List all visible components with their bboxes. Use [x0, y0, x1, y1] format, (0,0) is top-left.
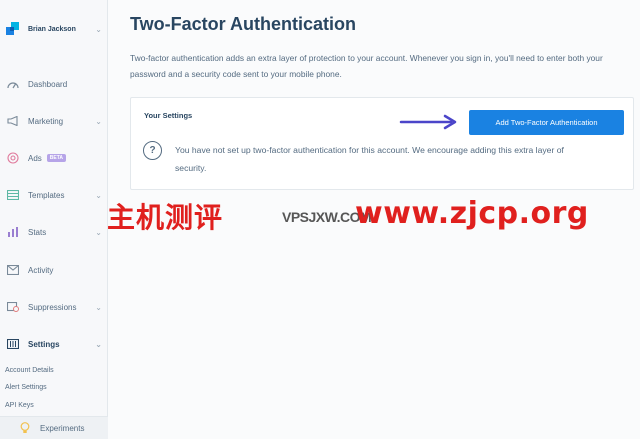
- sidebar-item-label: Dashboard: [28, 79, 68, 89]
- sidebar-item-dashboard[interactable]: Dashboard: [6, 75, 102, 93]
- watermark-url: www.zjcp.org: [355, 196, 589, 231]
- chevron-down-icon: ⌄: [95, 190, 102, 200]
- bar-chart-icon: [6, 226, 20, 238]
- sidebar-item-label: Ads: [28, 153, 42, 163]
- add-two-factor-button[interactable]: Add Two-Factor Authentication: [469, 110, 624, 135]
- subnav-alert-settings[interactable]: Alert Settings: [5, 384, 47, 391]
- envelope-icon: [6, 264, 20, 276]
- target-icon: [6, 152, 20, 164]
- sidebar-item-label: Templates: [28, 190, 65, 200]
- sidebar-item-suppressions[interactable]: Suppressions ⌄: [6, 298, 102, 316]
- sidebar-item-settings[interactable]: Settings ⌄: [6, 335, 102, 353]
- sidebar-item-label: Experiments: [40, 423, 85, 433]
- sendgrid-logo-icon: [6, 21, 22, 37]
- card-title: Your Settings: [144, 111, 193, 120]
- sidebar-item-stats[interactable]: Stats ⌄: [6, 223, 102, 241]
- template-icon: [6, 189, 20, 201]
- arrow-right-icon: [399, 114, 457, 130]
- megaphone-icon: [6, 115, 20, 127]
- settings-card: Your Settings Add Two-Factor Authenticat…: [130, 97, 634, 190]
- sidebar-item-templates[interactable]: Templates ⌄: [6, 186, 102, 204]
- account-switcher[interactable]: Brian Jackson ⌄: [6, 18, 102, 40]
- sidebar-item-experiments[interactable]: Experiments: [0, 416, 108, 439]
- sidebar-item-label: Settings: [28, 339, 60, 349]
- beta-badge: BETA: [46, 154, 67, 163]
- sidebar-item-label: Marketing: [28, 116, 64, 126]
- account-name: Brian Jackson: [28, 25, 76, 33]
- chevron-down-icon: ⌄: [95, 227, 102, 237]
- subnav-account-details[interactable]: Account Details: [5, 367, 54, 374]
- sidebar-item-label: Suppressions: [28, 302, 77, 312]
- chevron-down-icon: ⌄: [95, 116, 102, 126]
- lightbulb-icon: [18, 422, 32, 434]
- no-2fa-message: You have not set up two-factor authentic…: [175, 145, 564, 173]
- blocked-mail-icon: [6, 301, 20, 313]
- watermark-cn: 主机测评: [107, 201, 224, 234]
- dashboard-icon: [6, 78, 20, 90]
- chevron-down-icon: ⌄: [95, 24, 102, 34]
- chevron-down-icon: ⌄: [95, 302, 102, 312]
- sidebar-item-activity[interactable]: Activity: [6, 261, 102, 279]
- chevron-down-icon: ⌄: [95, 339, 102, 349]
- sidebar-item-label: Activity: [28, 265, 54, 275]
- page-title: Two-Factor Authentication: [130, 14, 356, 34]
- sidebar-item-marketing[interactable]: Marketing ⌄: [6, 112, 102, 130]
- sidebar-item-ads[interactable]: Ads BETA: [6, 149, 102, 167]
- subnav-api-keys[interactable]: API Keys: [5, 402, 34, 409]
- sidebar: Brian Jackson ⌄ Dashboard Marketing ⌄ Ad…: [0, 0, 108, 439]
- sidebar-item-label: Stats: [28, 227, 47, 237]
- question-circle-icon: ?: [143, 141, 162, 160]
- page-description: Two-factor authentication adds an extra …: [130, 53, 603, 79]
- settings-sliders-icon: [6, 338, 20, 350]
